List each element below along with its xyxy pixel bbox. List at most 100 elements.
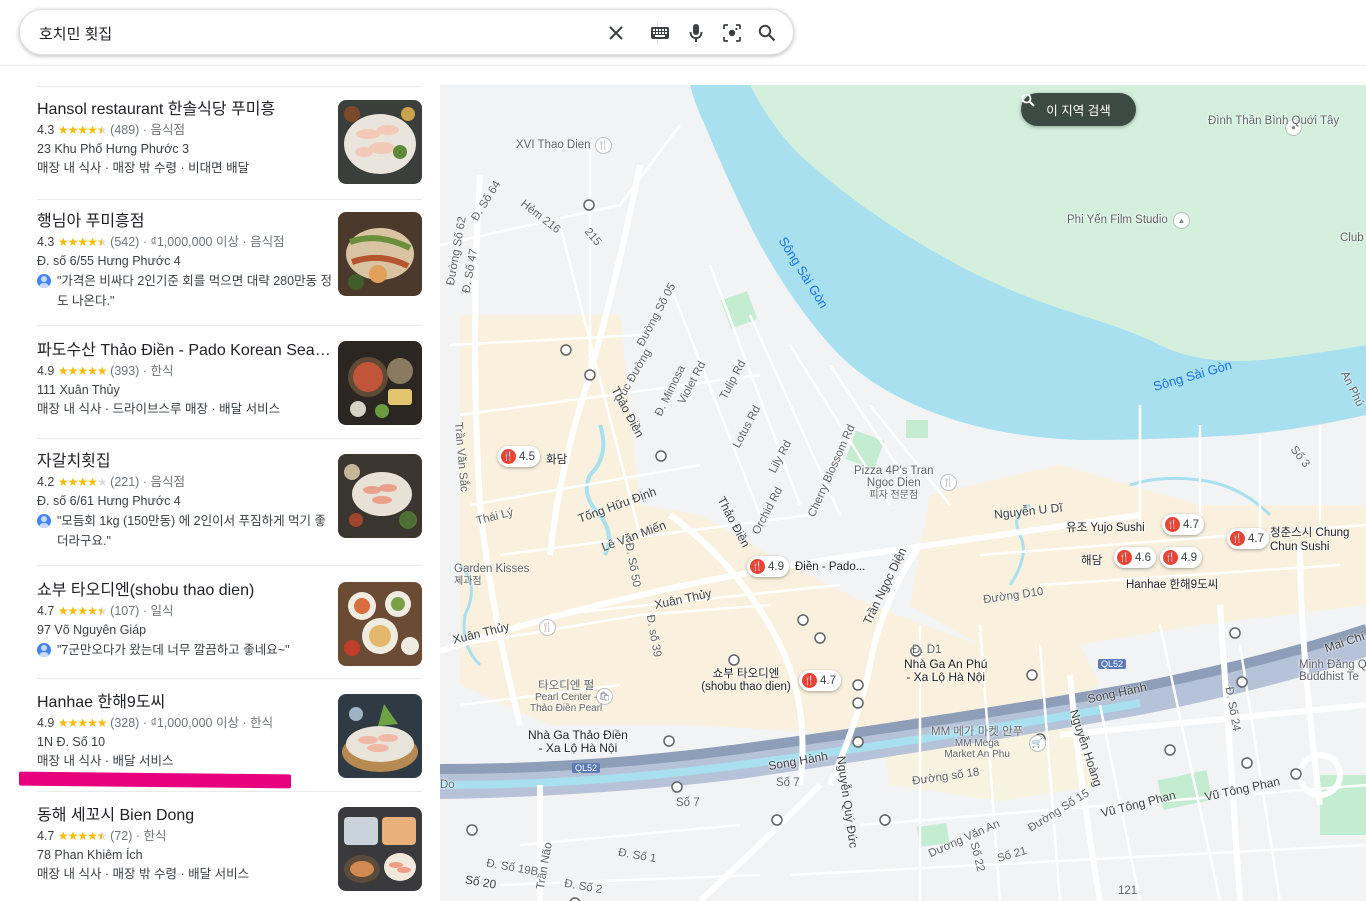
place-label: Pizza 4P's Tran Ngoc Dien 피자 전문점 <box>854 465 934 501</box>
avatar <box>37 514 51 528</box>
search-input[interactable]: 호치민 횟집 <box>39 23 112 44</box>
result-review-count: (107) <box>110 604 140 618</box>
restaurant-icon[interactable]: 🍴 <box>940 474 957 491</box>
restaurant-icon: 🍴 <box>802 673 817 688</box>
result-category: 한식 <box>150 364 174 378</box>
pin-label[interactable]: 화담 <box>546 451 567 467</box>
result-name[interactable]: 동해 세꼬시 Bien Dong <box>37 806 335 826</box>
result-item[interactable]: Hansol restaurant 한솔식당 푸미흥 4.3 ★★★★★★ (4… <box>37 100 422 184</box>
result-review-count: (328) <box>110 716 140 730</box>
pin-label[interactable]: Điền - Pado... <box>795 561 865 573</box>
station-label: Nhà Ga An Phú - Xa Lộ Hà Nội <box>904 657 988 684</box>
pin-label[interactable]: 유조 Yujo Sushi <box>1066 519 1145 535</box>
pin-label[interactable]: 쇼부 타오디엔 (shobu thao dien) <box>694 668 798 694</box>
result-rating: 4.7 <box>37 829 55 843</box>
result-rating: 4.7 <box>37 604 55 618</box>
lens-icon[interactable] <box>720 21 744 45</box>
review-text: "7군만오다가 왔는데 너무 깔끔하고 좋네요~" <box>57 643 290 657</box>
result-photo[interactable] <box>338 100 422 184</box>
cart-icon[interactable]: 🛒 <box>1029 735 1046 752</box>
result-review-count: (393) <box>110 364 140 378</box>
restaurant-icon: 🍴 <box>1230 531 1245 546</box>
map-canvas[interactable]: 이 지역 검색 🍴 🍴 🍴 🛍 🛒 ▲ ● 🍴 4.5 화담 🍴 4.9 Điền … <box>440 85 1366 901</box>
place-label: 타오디엔 펄 Pearl Center - Thảo Điền Pearl <box>530 680 603 714</box>
search-icon[interactable] <box>755 21 779 45</box>
result-rating: 4.3 <box>37 235 55 249</box>
restaurant-icon: 🍴 <box>1163 550 1178 565</box>
restaurant-icon: 🍴 <box>750 559 765 574</box>
street-label: 121 <box>1118 885 1138 897</box>
result-category: 음식점 <box>250 235 285 249</box>
street-label: Do <box>440 779 455 791</box>
result-item[interactable]: 파도수산 Thảo Điền - Pado Korean Seafood… 4.… <box>37 341 422 425</box>
map-pin[interactable]: 🍴 4.7 <box>1162 514 1204 535</box>
result-category: 한식 <box>250 716 274 730</box>
map-pin[interactable]: 🍴 4.6 <box>1114 547 1156 568</box>
restaurant-icon[interactable]: 🍴 <box>539 619 556 636</box>
divider <box>37 199 422 200</box>
result-photo[interactable] <box>338 341 422 425</box>
place-label: XVI Thao Dien <box>516 139 591 151</box>
film-studio-icon[interactable]: ▲ <box>1173 212 1190 229</box>
map-pin[interactable]: 🍴 4.9 <box>1160 547 1202 568</box>
result-name[interactable]: Hanhae 한해9도씨 <box>37 693 335 713</box>
result-name[interactable]: 쇼부 타오디엔(shobu thao dien) <box>37 581 335 601</box>
place-label: Minh Đăng Q Buddhist Te <box>1299 659 1366 683</box>
station-label: Nhà Ga Thảo Điền - Xa Lộ Hà Nội <box>528 728 628 755</box>
result-category: 일식 <box>150 604 174 618</box>
result-category: 한식 <box>143 829 167 843</box>
star-rating-icon: ★★★★★ <box>57 475 108 489</box>
pin-label[interactable]: Hanhae 한해9도씨 <box>1126 576 1218 592</box>
result-photo[interactable] <box>338 807 422 891</box>
result-item[interactable]: 쇼부 타오디엔(shobu thao dien) 4.7 ★★★★★★ (107… <box>37 581 422 666</box>
divider <box>37 438 422 439</box>
results-list: Hansol restaurant 한솔식당 푸미흥 4.3 ★★★★★★ (4… <box>0 66 440 901</box>
map-pin[interactable]: 🍴 4.9 <box>747 556 789 577</box>
result-photo[interactable] <box>338 582 422 666</box>
avatar <box>37 643 51 657</box>
keyboard-icon[interactable] <box>648 21 672 45</box>
map-pin[interactable]: 🍴 4.5 <box>498 446 540 467</box>
result-name[interactable]: 자갈치횟집 <box>37 452 335 472</box>
street-label: Đ. D1 <box>912 644 942 656</box>
landmark-label: Đình Thần Bình Quới Tây <box>1208 115 1340 127</box>
place-label: Garden Kisses 제과점 <box>454 563 530 587</box>
restaurant-icon: 🍴 <box>1165 517 1180 532</box>
result-photo[interactable] <box>338 212 422 296</box>
star-rating-icon: ★★★★★★ <box>57 604 108 618</box>
highway-shield: QL52 <box>572 763 601 773</box>
place-label: MM 메가 마켓 안푸 MM Mega Market An Phu <box>931 726 1024 760</box>
result-review-count: (72) <box>110 829 133 843</box>
result-review: "모듬회 1kg (150만동) 에 2인이서 푸짐하게 먹기 좋더라구요." <box>37 511 335 551</box>
result-price: ₫1,000,000 이상 <box>150 716 239 730</box>
pin-label[interactable]: 청춘스시 Chung Chun Sushi <box>1270 526 1362 554</box>
result-photo[interactable] <box>338 454 422 538</box>
divider <box>37 565 422 566</box>
place-label: Phi Yến Film Studio <box>1067 214 1168 226</box>
result-rating: 4.9 <box>37 716 55 730</box>
star-rating-icon: ★★★★★★ <box>57 235 108 249</box>
result-name[interactable]: 파도수산 Thảo Điền - Pado Korean Seafood… <box>37 341 335 361</box>
result-rating: 4.9 <box>37 364 55 378</box>
result-review: "가격은 비싸다 2인기준 회를 먹으면 대략 280만동 정도 나온다." <box>37 271 335 311</box>
result-photo[interactable] <box>338 694 422 778</box>
result-item[interactable]: 동해 세꼬시 Bien Dong 4.7 ★★★★★★ (72) · 한식 78… <box>37 806 422 891</box>
result-item[interactable]: 행님아 푸미흥점 4.3 ★★★★★★ (542) · ₫1,000,000 이… <box>37 212 422 311</box>
map-pin[interactable]: 🍴 4.7 <box>1227 528 1269 549</box>
mic-icon[interactable] <box>684 21 708 45</box>
result-name[interactable]: Hansol restaurant 한솔식당 푸미흥 <box>37 100 335 120</box>
search-this-area-button[interactable]: 이 지역 검색 <box>1021 93 1136 126</box>
place-label: Club <box>1340 232 1364 244</box>
restaurant-icon: 🍴 <box>501 449 516 464</box>
restaurant-icon[interactable]: 🍴 <box>595 137 612 154</box>
result-item[interactable]: 자갈치횟집 4.2 ★★★★★ (221) · 음식점 Đ. số 6/61 H… <box>37 452 422 551</box>
search-box[interactable]: 호치민 횟집 <box>19 9 794 55</box>
close-icon[interactable] <box>604 21 628 45</box>
result-item[interactable]: Hanhae 한해9도씨 4.9 ★★★★★ (328) · ₫1,000,00… <box>37 693 422 778</box>
result-name[interactable]: 행님아 푸미흥점 <box>37 212 335 232</box>
restaurant-icon: 🍴 <box>1117 550 1132 565</box>
pin-label[interactable]: 해담 <box>1081 552 1102 568</box>
map-pin[interactable]: 🍴 4.7 <box>799 670 841 691</box>
highlight-stroke <box>19 771 291 789</box>
result-price: ₫1,000,000 이상 <box>150 235 239 249</box>
